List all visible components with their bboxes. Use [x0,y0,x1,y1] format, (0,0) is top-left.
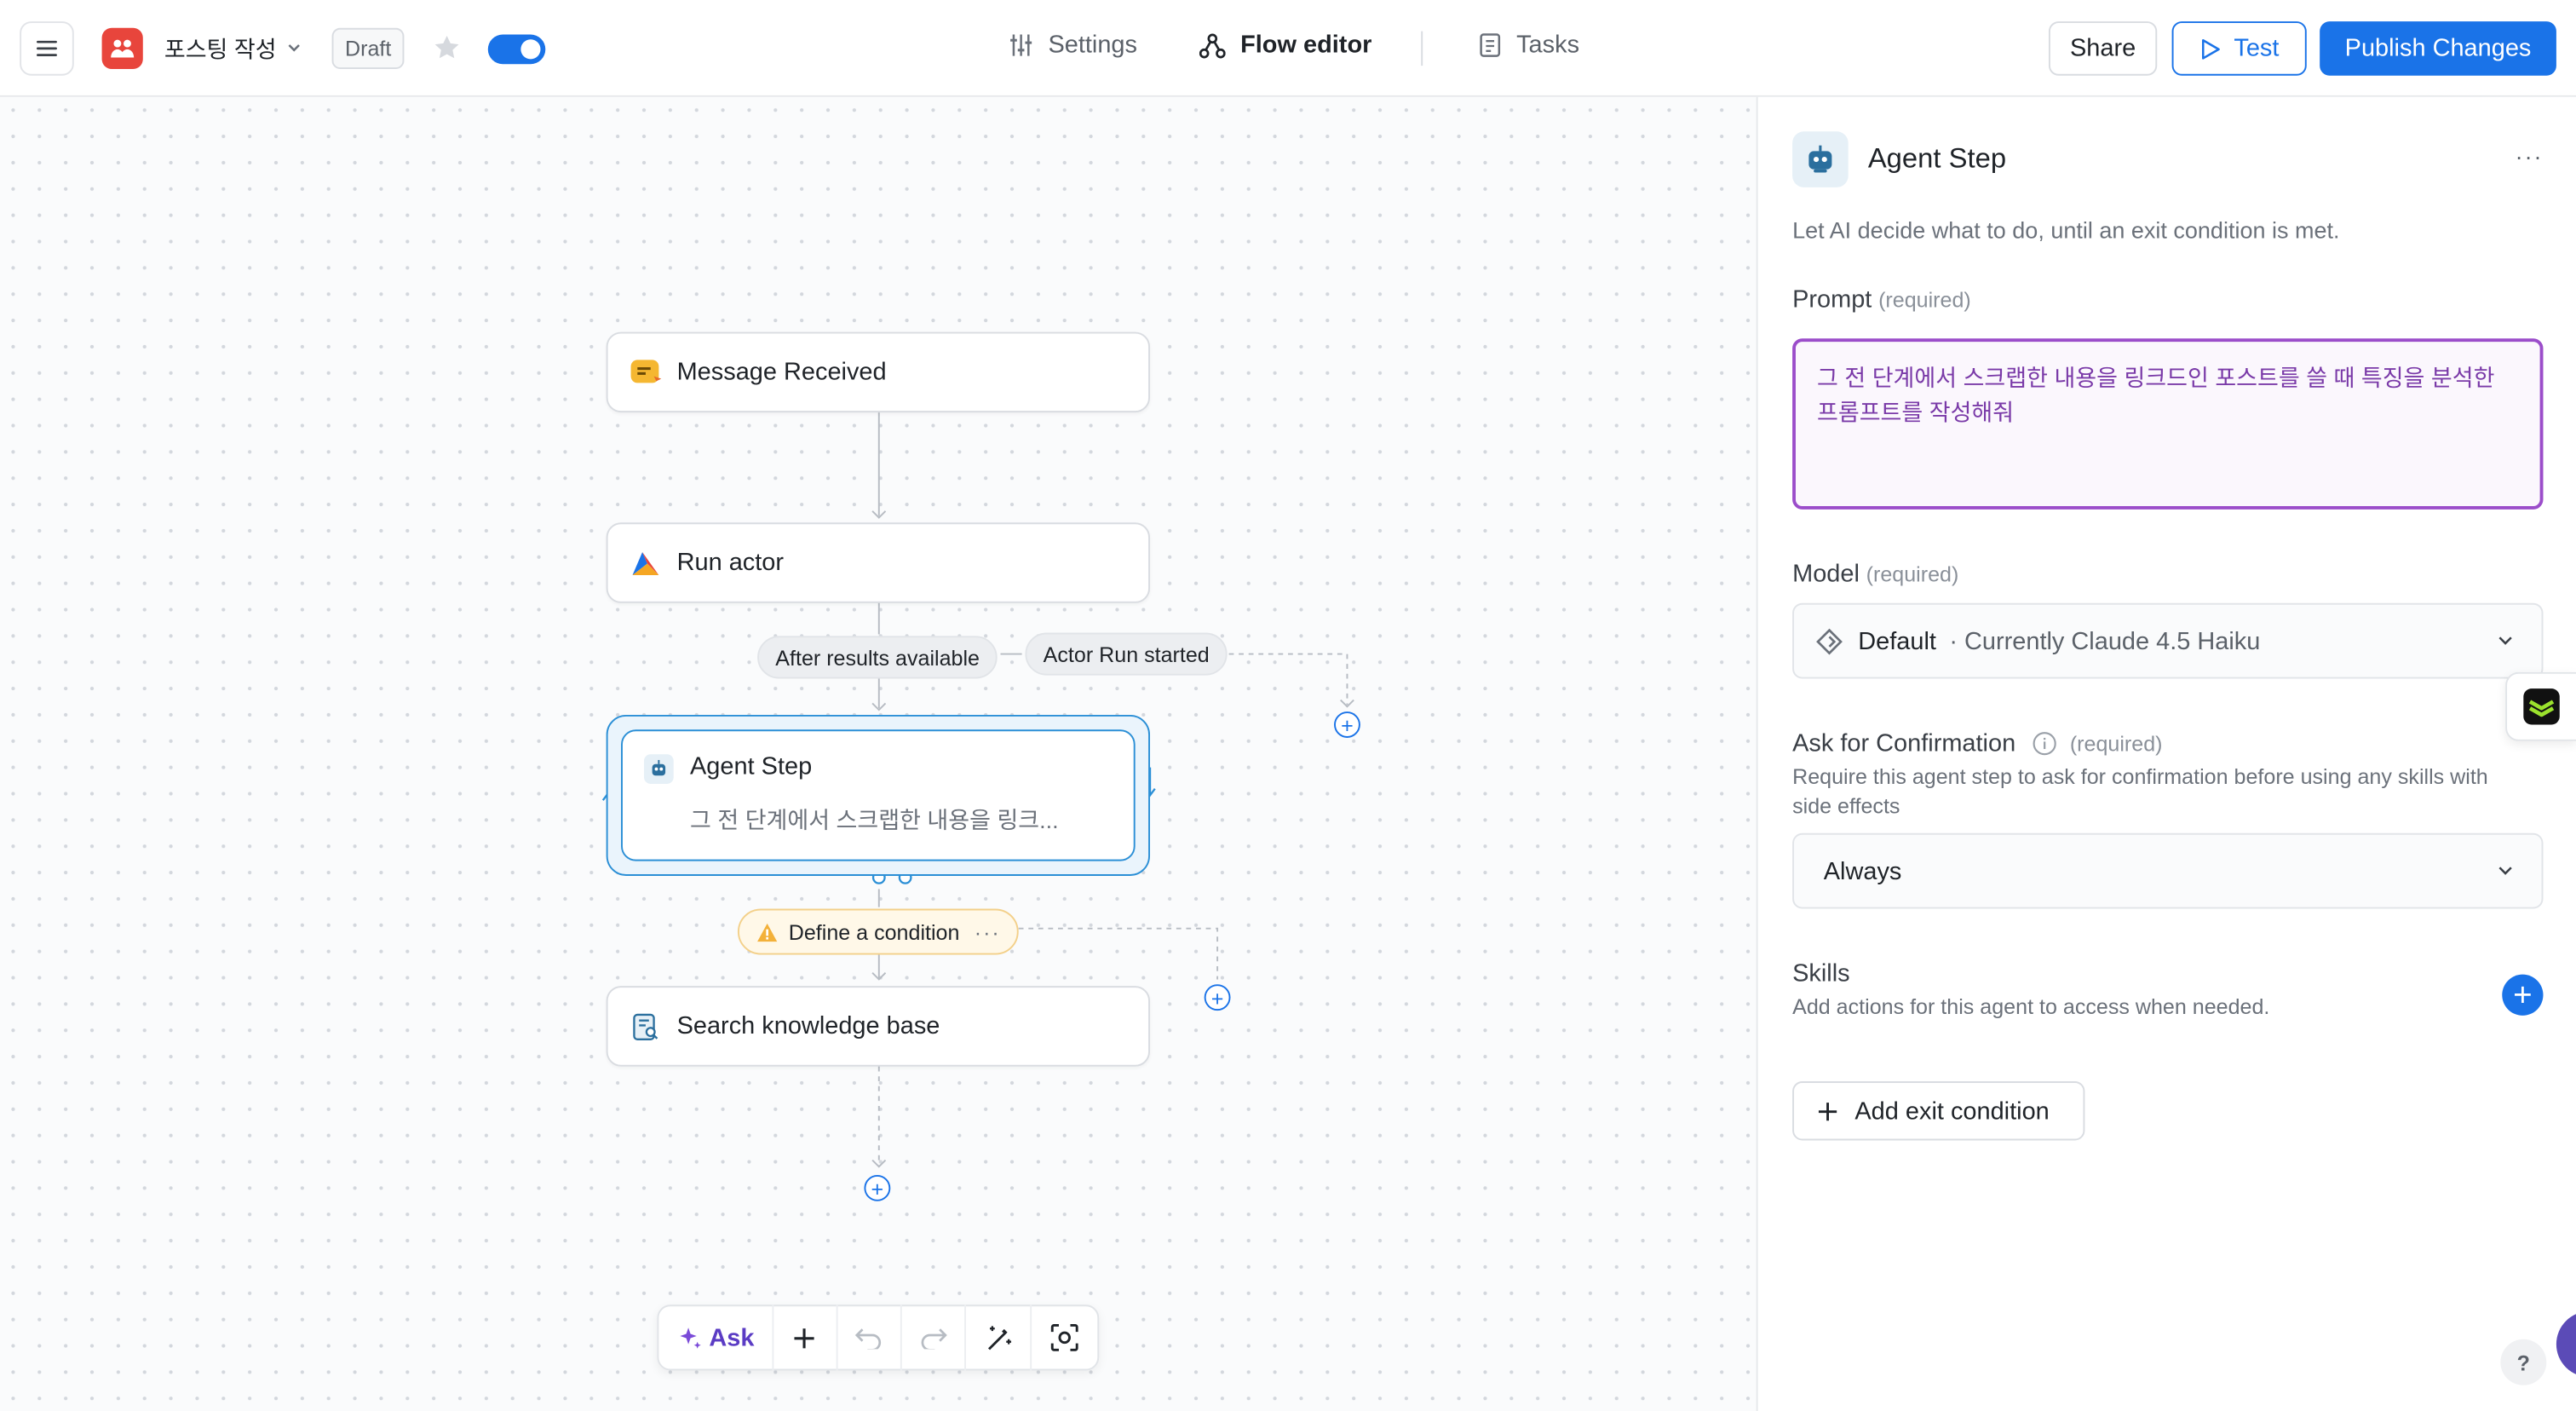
plus-icon [1818,1102,1837,1120]
define-condition-pill[interactable]: Define a condition ··· [737,908,1019,955]
redo-button[interactable] [903,1304,967,1371]
model-icon [1816,627,1843,654]
warning-icon [757,922,778,942]
menu-button[interactable] [20,21,74,76]
chevron-down-icon [2498,867,2512,875]
confirmation-help: Require this agent step to ask for confi… [1792,763,2488,819]
node-run-actor[interactable]: Run actor [606,522,1151,603]
help-icon[interactable]: ? [2500,1339,2547,1385]
status-badge: Draft [331,27,405,70]
test-button-label: Test [2234,34,2280,63]
redo-icon [922,1328,948,1350]
tab-tasks-label: Tasks [1516,31,1580,60]
node-run-actor-label: Run actor [676,549,785,577]
step-config-panel: Agent Step ··· Let AI decide what to do,… [1756,96,2576,1411]
robot-icon [1792,131,1849,187]
edge-label-actor-run-started[interactable]: Actor Run started [1025,632,1228,676]
ask-label: Ask [709,1323,755,1352]
extension-icon [2523,688,2560,725]
add-branch-button[interactable]: + [1204,984,1231,1011]
node-message-received-label: Message Received [676,358,887,387]
panel-description: Let AI decide what to do, until an exit … [1792,216,2340,244]
confirmation-label-text: Ask for Confirmation [1792,729,2016,758]
top-bar: 포스팅 작성 Draft Settings Flow editor Tasks … [0,0,2576,97]
floating-widget-button[interactable] [2505,671,2576,741]
model-hint: · Currently Claude 4.5 Haiku [1949,626,2261,655]
model-required: (required) [1866,562,1959,587]
play-icon [2201,38,2220,59]
flow-canvas[interactable]: Message Received Run actor After results… [0,96,1757,1411]
share-button[interactable]: Share [2048,21,2158,76]
confirmation-required: (required) [2069,731,2163,757]
flow-icon [1199,32,1226,58]
add-exit-condition-button[interactable]: Add exit condition [1792,1081,2085,1141]
app-logo-icon [101,27,143,70]
prompt-required: (required) [1878,287,1971,313]
undo-button[interactable] [837,1304,903,1371]
publish-changes-button[interactable]: Publish Changes [2320,21,2556,76]
prompt-textarea[interactable]: 그 전 단계에서 스크랩한 내용을 링크드인 포스트를 쓸 때 특징을 분석한 … [1792,338,2544,510]
prompt-label: Prompt (required) [1792,286,1971,314]
app-name[interactable]: 포스팅 작성 [164,33,277,66]
test-button[interactable]: Test [2171,21,2307,76]
node-agent-step-title: Agent Step [690,752,813,781]
auto-layout-button[interactable] [967,1304,1032,1371]
sparkle-icon [679,1327,700,1349]
tab-settings-label: Settings [1048,31,1137,60]
robot-icon [644,754,674,784]
more-options-icon[interactable]: ··· [2516,143,2544,170]
chevron-down-icon[interactable] [286,36,302,59]
node-message-received[interactable]: Message Received [606,331,1151,413]
model-label: Model (required) [1792,561,1958,589]
node-search-knowledge-base[interactable]: Search knowledge base [606,986,1151,1067]
node-agent-step-preview: 그 전 단계에서 스크랩한 내용을 링크... [690,806,1059,833]
chevron-down-icon [2498,636,2512,645]
actor-icon [630,546,663,579]
menu-icon [37,40,57,56]
skills-help: Add actions for this agent to access whe… [1792,993,2270,1019]
prompt-label-text: Prompt [1792,285,1872,314]
star-icon[interactable] [432,33,462,63]
more-icon[interactable]: ··· [975,919,1001,944]
add-node-button[interactable] [773,1304,837,1371]
model-value: Default [1858,626,1936,655]
tab-tasks[interactable]: Tasks [1479,31,1580,60]
plus-icon [794,1327,814,1348]
tasks-icon [1480,33,1501,57]
panel-title: Agent Step [1867,142,2007,175]
publish-toggle[interactable] [487,34,546,65]
nav-divider [1421,31,1423,66]
add-skill-button[interactable]: + [2502,974,2544,1016]
add-exit-condition-label: Add exit condition [1854,1097,2050,1126]
edge-label-after-results[interactable]: After results available [757,636,998,679]
focus-icon [1051,1323,1078,1351]
magic-wand-icon [987,1326,1011,1351]
tab-settings[interactable]: Settings [1009,31,1137,60]
info-icon[interactable] [2032,731,2056,756]
define-condition-label: Define a condition [788,919,960,944]
undo-icon [854,1328,882,1350]
message-icon [630,356,663,389]
node-search-knowledge-base-label: Search knowledge base [676,1012,940,1040]
add-step-button[interactable]: + [1334,711,1360,738]
tab-flow-editor-label: Flow editor [1240,31,1372,60]
fit-view-button[interactable] [1032,1304,1097,1370]
settings-sliders-icon [1010,34,1032,56]
confirmation-value: Always [1823,856,1902,885]
knowledge-icon [630,1010,663,1043]
node-agent-step[interactable] [621,729,1136,861]
confirmation-label: Ask for Confirmation (required) [1792,729,2162,757]
skills-label: Skills [1792,959,1850,988]
model-select[interactable]: Default · Currently Claude 4.5 Haiku [1792,602,2544,679]
tab-flow-editor[interactable]: Flow editor [1199,31,1372,60]
ask-button[interactable]: Ask [658,1304,773,1371]
model-label-text: Model [1792,560,1860,589]
canvas-toolbar: Ask [657,1304,1100,1371]
add-final-step-button[interactable]: + [864,1174,891,1201]
confirmation-select[interactable]: Always [1792,832,2544,909]
